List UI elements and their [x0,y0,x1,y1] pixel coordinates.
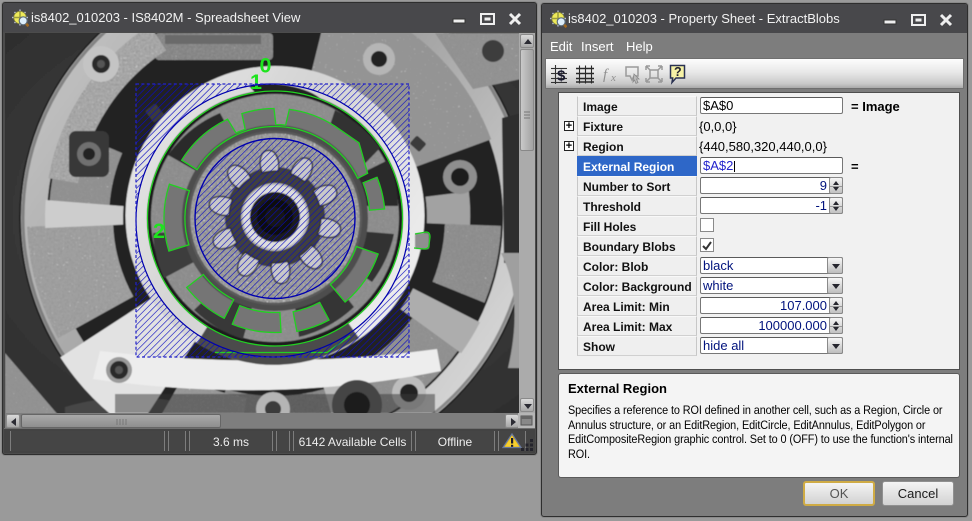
svg-text:?: ? [674,65,682,79]
svg-text:f: f [603,67,609,83]
svg-text:2: 2 [153,219,165,243]
svg-text:1: 1 [250,70,262,94]
svg-text:$: $ [557,68,566,85]
svg-text:x: x [610,72,616,84]
